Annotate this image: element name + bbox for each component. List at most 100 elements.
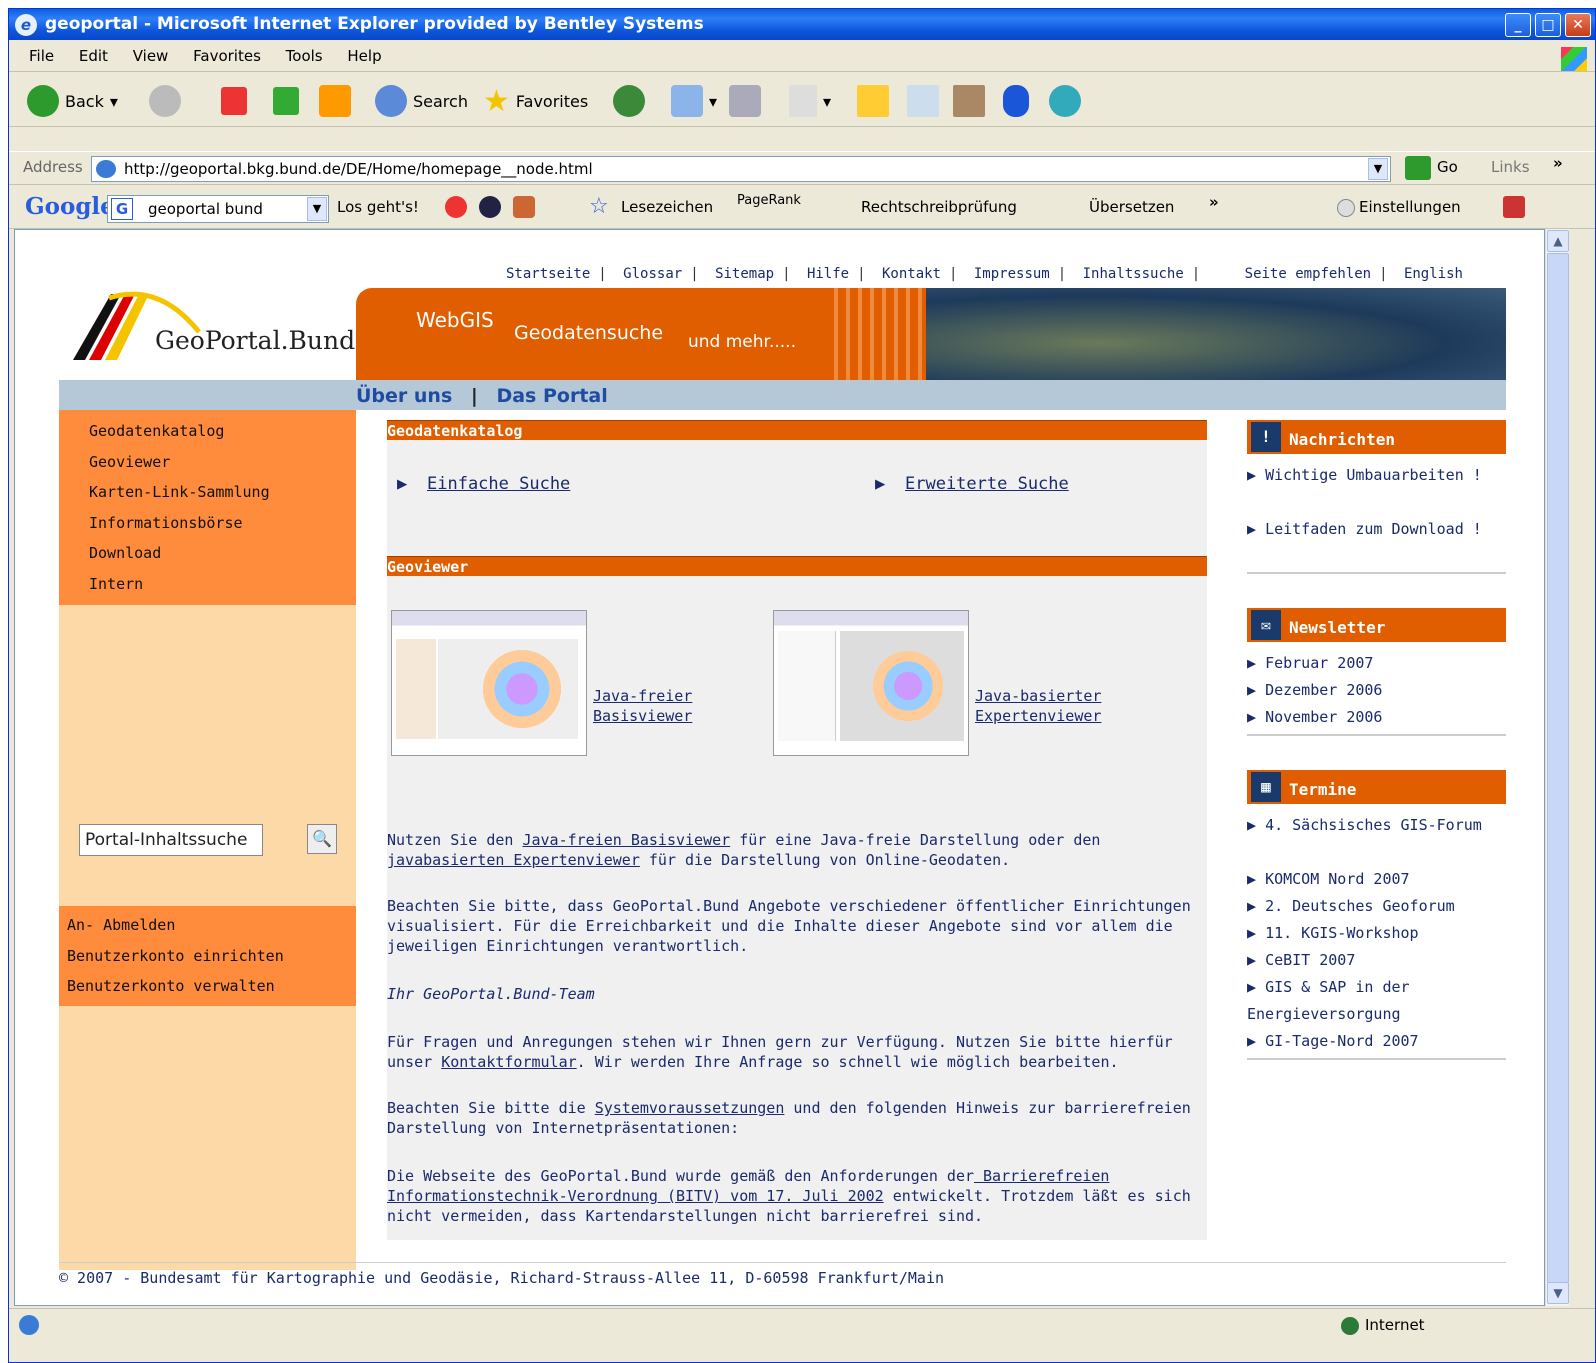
nav-kontakt[interactable]: Kontakt: [874, 266, 949, 282]
star-icon: ★: [483, 83, 510, 119]
print-button[interactable]: [729, 83, 761, 119]
nav-glossar[interactable]: Glossar: [615, 266, 690, 282]
scroll-down-icon[interactable]: ▼: [1547, 1282, 1569, 1304]
section-header-geodatenkatalog: Geodatenkatalog: [387, 420, 1207, 440]
google-search-input[interactable]: G geoportal bund ▼: [107, 195, 329, 223]
back-button[interactable]: Back ▾: [27, 83, 118, 119]
edit-button[interactable]: ▾: [789, 83, 831, 119]
expertenviewer-thumbnail[interactable]: [773, 610, 969, 756]
menu-item-geoviewer[interactable]: Geoviewer: [89, 447, 356, 478]
newsletter-item[interactable]: ▶ November 2006: [1247, 704, 1506, 731]
star-icon[interactable]: ☆: [589, 194, 609, 219]
scroll-up-icon[interactable]: ▲: [1547, 230, 1569, 252]
nav-hilfe[interactable]: Hilfe: [799, 266, 857, 282]
event-item[interactable]: ▶ 4. Sächsisches GIS-Forum: [1247, 812, 1506, 839]
messenger-button[interactable]: [953, 83, 985, 119]
forward-button[interactable]: [149, 83, 181, 119]
google-go-button[interactable]: Los geht's!: [337, 198, 419, 216]
calendar-icon: ▦: [1251, 772, 1281, 802]
paragraph-viewer-info: Nutzen Sie den Java-freien Basisviewer f…: [387, 831, 1101, 869]
advanced-search-link[interactable]: Erweiterte Suche: [905, 474, 1069, 494]
simple-search-link[interactable]: Einfache Suche: [427, 474, 570, 494]
basisviewer-thumbnail[interactable]: [391, 610, 587, 756]
chevron-icon[interactable]: »: [1553, 154, 1563, 172]
home-button[interactable]: [319, 83, 351, 119]
news-item[interactable]: ▶ Leitfaden zum Download !: [1247, 516, 1506, 543]
go-button[interactable]: Go: [1437, 158, 1458, 176]
menu-help[interactable]: Help: [347, 47, 381, 65]
scroll-thumb[interactable]: [1547, 253, 1569, 1283]
contact-form-link[interactable]: Kontaktformular: [441, 1053, 576, 1071]
msn-button[interactable]: [1049, 83, 1081, 119]
mail-button[interactable]: ▾: [671, 83, 717, 119]
event-item[interactable]: ▶ GIS & SAP in der: [1247, 974, 1506, 1001]
translate-button[interactable]: Übersetzen: [1089, 198, 1174, 216]
stop-button[interactable]: [221, 83, 247, 119]
basisviewer-inline-link[interactable]: Java-freien Basisviewer: [522, 831, 730, 849]
menu-item-karten-link-sammlung[interactable]: Karten-Link-Sammlung: [89, 477, 356, 508]
pdf-icon[interactable]: [1503, 196, 1525, 218]
search-button[interactable]: 🔍: [307, 824, 337, 854]
event-item[interactable]: ▶ CeBIT 2007: [1247, 947, 1506, 974]
research-button[interactable]: [907, 83, 939, 119]
chevron-icon[interactable]: »: [1209, 193, 1219, 211]
bluetooth-button[interactable]: [1003, 83, 1029, 119]
nav-startseite[interactable]: Startseite: [498, 266, 598, 282]
bookmarks-menu[interactable]: Lesezeichen: [621, 198, 713, 216]
menu-item-download[interactable]: Download: [89, 538, 356, 569]
autofill-icon[interactable]: [513, 196, 535, 218]
menu-item-informationsboerse[interactable]: Informationsbörse: [89, 508, 356, 539]
go-arrow-icon[interactable]: [1405, 156, 1431, 180]
nav-ueber-uns[interactable]: Über uns: [356, 385, 452, 407]
event-item[interactable]: ▶ 11. KGIS-Workshop: [1247, 920, 1506, 947]
search-button[interactable]: Search: [375, 83, 468, 119]
minimize-button[interactable]: _: [1505, 13, 1531, 37]
history-button[interactable]: [613, 83, 645, 119]
spellcheck-button[interactable]: Rechtschreibprüfung: [861, 198, 1017, 216]
geoportal-logo[interactable]: GeoPortal.Bund: [59, 288, 359, 378]
dropdown-arrow-icon[interactable]: ▼: [1368, 158, 1388, 180]
event-item[interactable]: ▶ 2. Deutsches Geoforum: [1247, 893, 1506, 920]
maximize-button[interactable]: □: [1535, 13, 1561, 37]
links-label[interactable]: Links: [1491, 158, 1530, 176]
address-input[interactable]: http://geoportal.bkg.bund.de/DE/Home/hom…: [91, 156, 1391, 182]
portal-search-input[interactable]: Portal-Inhaltssuche: [79, 824, 263, 856]
pagerank-icon[interactable]: [479, 196, 501, 218]
settings-button[interactable]: Einstellungen: [1359, 198, 1461, 216]
newsletter-item[interactable]: ▶ Dezember 2006: [1247, 677, 1506, 704]
account-create[interactable]: Benutzerkonto einrichten: [67, 941, 356, 972]
discuss-button[interactable]: [857, 83, 889, 119]
account-manage[interactable]: Benutzerkonto verwalten: [67, 971, 356, 1002]
nav-sitemap[interactable]: Sitemap: [707, 266, 782, 282]
menu-item-intern[interactable]: Intern: [89, 569, 356, 600]
nav-seite-empfehlen[interactable]: Seite empfehlen: [1209, 266, 1379, 282]
basisviewer-link[interactable]: Java-freier Basisviewer: [593, 686, 793, 726]
menu-edit[interactable]: Edit: [79, 47, 108, 65]
favorites-button[interactable]: ★ Favorites: [483, 83, 588, 119]
nav-inhaltssuche[interactable]: Inhaltssuche: [1075, 266, 1192, 282]
event-item-continued[interactable]: Energieversorgung: [1247, 1001, 1506, 1028]
menu-tools[interactable]: Tools: [286, 47, 323, 65]
menu-view[interactable]: View: [133, 47, 169, 65]
menu-item-geodatenkatalog[interactable]: Geodatenkatalog: [89, 416, 356, 447]
menu-favorites[interactable]: Favorites: [193, 47, 261, 65]
event-item[interactable]: ▶ KOMCOM Nord 2007: [1247, 866, 1506, 893]
refresh-button[interactable]: [273, 83, 299, 119]
vertical-scrollbar[interactable]: ▲ ▼: [1545, 229, 1569, 1306]
expertenviewer-inline-link[interactable]: javabasierten Expertenviewer: [387, 851, 640, 869]
event-item[interactable]: ▶ GI-Tage-Nord 2007: [1247, 1028, 1506, 1055]
account-login[interactable]: An- Abmelden: [67, 910, 356, 941]
requirements-link[interactable]: Systemvoraussetzungen: [595, 1099, 785, 1117]
close-button[interactable]: ✕: [1565, 13, 1591, 37]
nav-impressum[interactable]: Impressum: [966, 266, 1058, 282]
print-icon: [729, 85, 761, 117]
browser-window: e geoportal - Microsoft Internet Explore…: [8, 8, 1596, 1363]
dropdown-arrow-icon[interactable]: ▼: [307, 197, 327, 221]
expertenviewer-link[interactable]: Java-basierter Expertenviewer: [975, 686, 1195, 726]
popup-blocker-icon[interactable]: [445, 196, 467, 218]
news-item[interactable]: ▶ Wichtige Umbauarbeiten !: [1247, 462, 1506, 489]
nav-das-portal[interactable]: Das Portal: [496, 385, 607, 407]
newsletter-item[interactable]: ▶ Februar 2007: [1247, 650, 1506, 677]
menu-file[interactable]: File: [29, 47, 54, 65]
nav-english[interactable]: English: [1396, 266, 1471, 282]
